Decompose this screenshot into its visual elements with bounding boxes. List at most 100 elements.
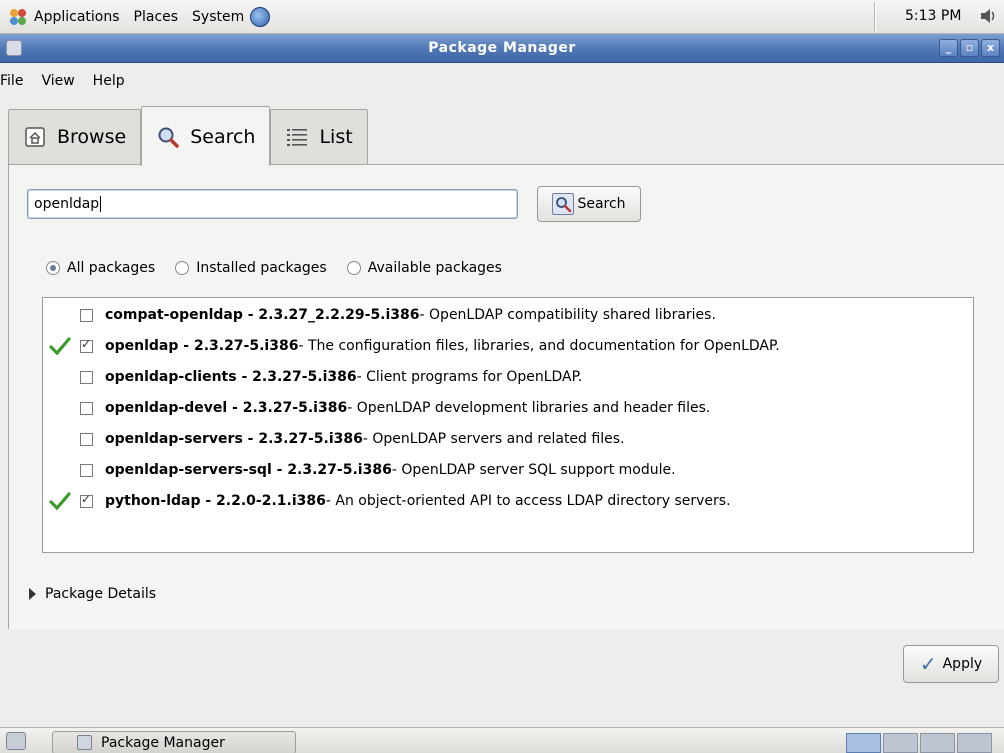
browse-icon — [23, 125, 47, 149]
radio-indicator-selected — [46, 261, 60, 275]
package-description: - The configuration files, libraries, an… — [298, 338, 780, 354]
installed-check-icon — [49, 492, 71, 511]
apply-button[interactable]: ✓ Apply — [903, 645, 999, 683]
package-name: openldap - 2.3.27-5.i386 — [105, 338, 299, 354]
package-checkbox[interactable] — [80, 401, 93, 415]
list-item[interactable]: openldap-servers - 2.3.27-5.i386 - OpenL… — [43, 427, 624, 451]
installed-check-icon — [49, 337, 71, 356]
list-item[interactable]: openldap-devel - 2.3.27-5.i386 - OpenLDA… — [43, 396, 710, 420]
volume-icon[interactable] — [978, 6, 998, 26]
workspace-2[interactable] — [883, 733, 918, 753]
tab-browse[interactable]: Browse — [8, 109, 142, 164]
tab-search[interactable]: Search — [141, 106, 271, 166]
installed-status-icon — [49, 430, 71, 448]
installed-status-icon — [49, 399, 71, 417]
search-button-label: Search — [577, 196, 626, 212]
package-description: - Client programs for OpenLDAP. — [356, 369, 583, 385]
package-manager-icon — [77, 735, 92, 750]
workspace-1[interactable] — [846, 733, 881, 753]
radio-installed-packages[interactable]: Installed packages — [175, 260, 327, 276]
menu-file[interactable]: File — [0, 73, 23, 102]
tab-list-label: List — [319, 126, 353, 148]
magnifier-icon — [156, 125, 180, 149]
package-checkbox[interactable] — [80, 432, 93, 446]
package-description: - OpenLDAP development libraries and hea… — [347, 400, 711, 416]
minimize-button[interactable]: _ — [939, 39, 958, 57]
radio-available-label: Available packages — [367, 260, 502, 276]
applications-label: Applications — [34, 9, 120, 25]
list-item[interactable]: python-ldap - 2.2.0-2.1.i386 - An object… — [43, 489, 731, 513]
package-description: - OpenLDAP servers and related files. — [362, 431, 625, 447]
window-title: Package Manager — [428, 40, 576, 56]
bottom-panel: Package Manager — [0, 727, 1004, 753]
package-checkbox[interactable] — [80, 492, 93, 508]
package-name: openldap-servers-sql - 2.3.27-5.i386 — [105, 462, 392, 478]
applications-icon — [8, 7, 28, 27]
radio-indicator — [346, 261, 361, 275]
package-details-expander[interactable]: Package Details — [29, 586, 156, 602]
package-filter: All packages Installed packages Availabl… — [46, 260, 502, 276]
workspace-4[interactable] — [957, 733, 992, 753]
places-menu[interactable]: Places — [134, 9, 179, 25]
list-item[interactable]: openldap-servers-sql - 2.3.27-5.i386 - O… — [43, 458, 676, 482]
tab-search-label: Search — [190, 125, 256, 148]
package-list[interactable]: compat-openldap - 2.3.27_2.2.29-5.i386 -… — [42, 297, 974, 553]
radio-all-label: All packages — [67, 260, 156, 276]
package-name: openldap-servers - 2.3.27-5.i386 — [105, 431, 363, 447]
list-icon — [285, 125, 309, 149]
menu-view[interactable]: View — [41, 73, 74, 102]
workspace-switcher — [846, 733, 992, 753]
package-checkbox[interactable] — [80, 370, 93, 384]
package-description: - OpenLDAP server SQL support module. — [391, 462, 676, 478]
menubar: File View Help — [0, 64, 1004, 102]
search-input-value: openldap — [34, 196, 100, 212]
taskbar-window-label: Package Manager — [101, 734, 225, 751]
panel-menus: Applications Places System — [8, 7, 271, 27]
list-item[interactable]: openldap - 2.3.27-5.i386 - The configura… — [43, 334, 780, 358]
search-button[interactable]: Search — [537, 186, 641, 222]
installed-status-icon — [49, 368, 71, 386]
top-panel: Applications Places System 5:13 PM — [0, 0, 1004, 34]
package-name: compat-openldap - 2.3.27_2.2.29-5.i386 — [105, 307, 420, 323]
tab-browse-label: Browse — [57, 126, 127, 148]
package-name: openldap-devel - 2.3.27-5.i386 — [105, 400, 348, 416]
apply-check-icon: ✓ — [919, 652, 937, 676]
package-description: - An object-oriented API to access LDAP … — [325, 493, 731, 509]
radio-installed-label: Installed packages — [196, 260, 327, 276]
applications-menu[interactable]: Applications — [8, 7, 120, 27]
system-label: System — [192, 9, 245, 25]
text-caret — [100, 196, 102, 212]
package-details-label: Package Details — [45, 586, 157, 602]
installed-status-icon — [49, 461, 71, 479]
tab-list[interactable]: List — [270, 109, 368, 164]
package-checkbox[interactable] — [80, 463, 93, 477]
package-name: openldap-clients - 2.3.27-5.i386 — [105, 369, 357, 385]
workspace-3[interactable] — [920, 733, 955, 753]
package-checkbox[interactable] — [80, 308, 93, 322]
search-button-icon — [552, 193, 575, 215]
package-name: python-ldap - 2.2.0-2.1.i386 — [105, 493, 326, 509]
radio-all-packages[interactable]: All packages — [46, 260, 155, 276]
window-controls: _ ▫ x — [939, 39, 1000, 57]
show-desktop-icon[interactable] — [6, 732, 26, 750]
apply-button-label: Apply — [942, 656, 983, 672]
list-item[interactable]: compat-openldap - 2.3.27_2.2.29-5.i386 -… — [43, 303, 716, 327]
radio-indicator — [175, 261, 190, 275]
installed-status-icon — [49, 306, 71, 324]
maximize-button[interactable]: ▫ — [960, 39, 979, 57]
taskbar-window-button[interactable]: Package Manager — [52, 731, 296, 753]
search-input[interactable]: openldap — [27, 189, 518, 219]
browser-globe-icon[interactable] — [250, 7, 271, 27]
clock[interactable]: 5:13 PM — [905, 8, 961, 24]
list-item[interactable]: openldap-clients - 2.3.27-5.i386 - Clien… — [43, 365, 582, 389]
panel-separator — [874, 2, 876, 32]
close-button[interactable]: x — [981, 39, 1000, 57]
package-description: - OpenLDAP compatibility shared librarie… — [419, 307, 716, 323]
package-checkbox[interactable] — [80, 337, 93, 353]
tab-strip: Browse Search List — [8, 106, 368, 166]
expander-arrow-icon — [29, 588, 36, 600]
radio-available-packages[interactable]: Available packages — [346, 260, 502, 276]
window-titlebar[interactable]: Package Manager _ ▫ x — [0, 34, 1004, 63]
menu-help[interactable]: Help — [93, 73, 125, 102]
system-menu[interactable]: System — [192, 7, 271, 27]
